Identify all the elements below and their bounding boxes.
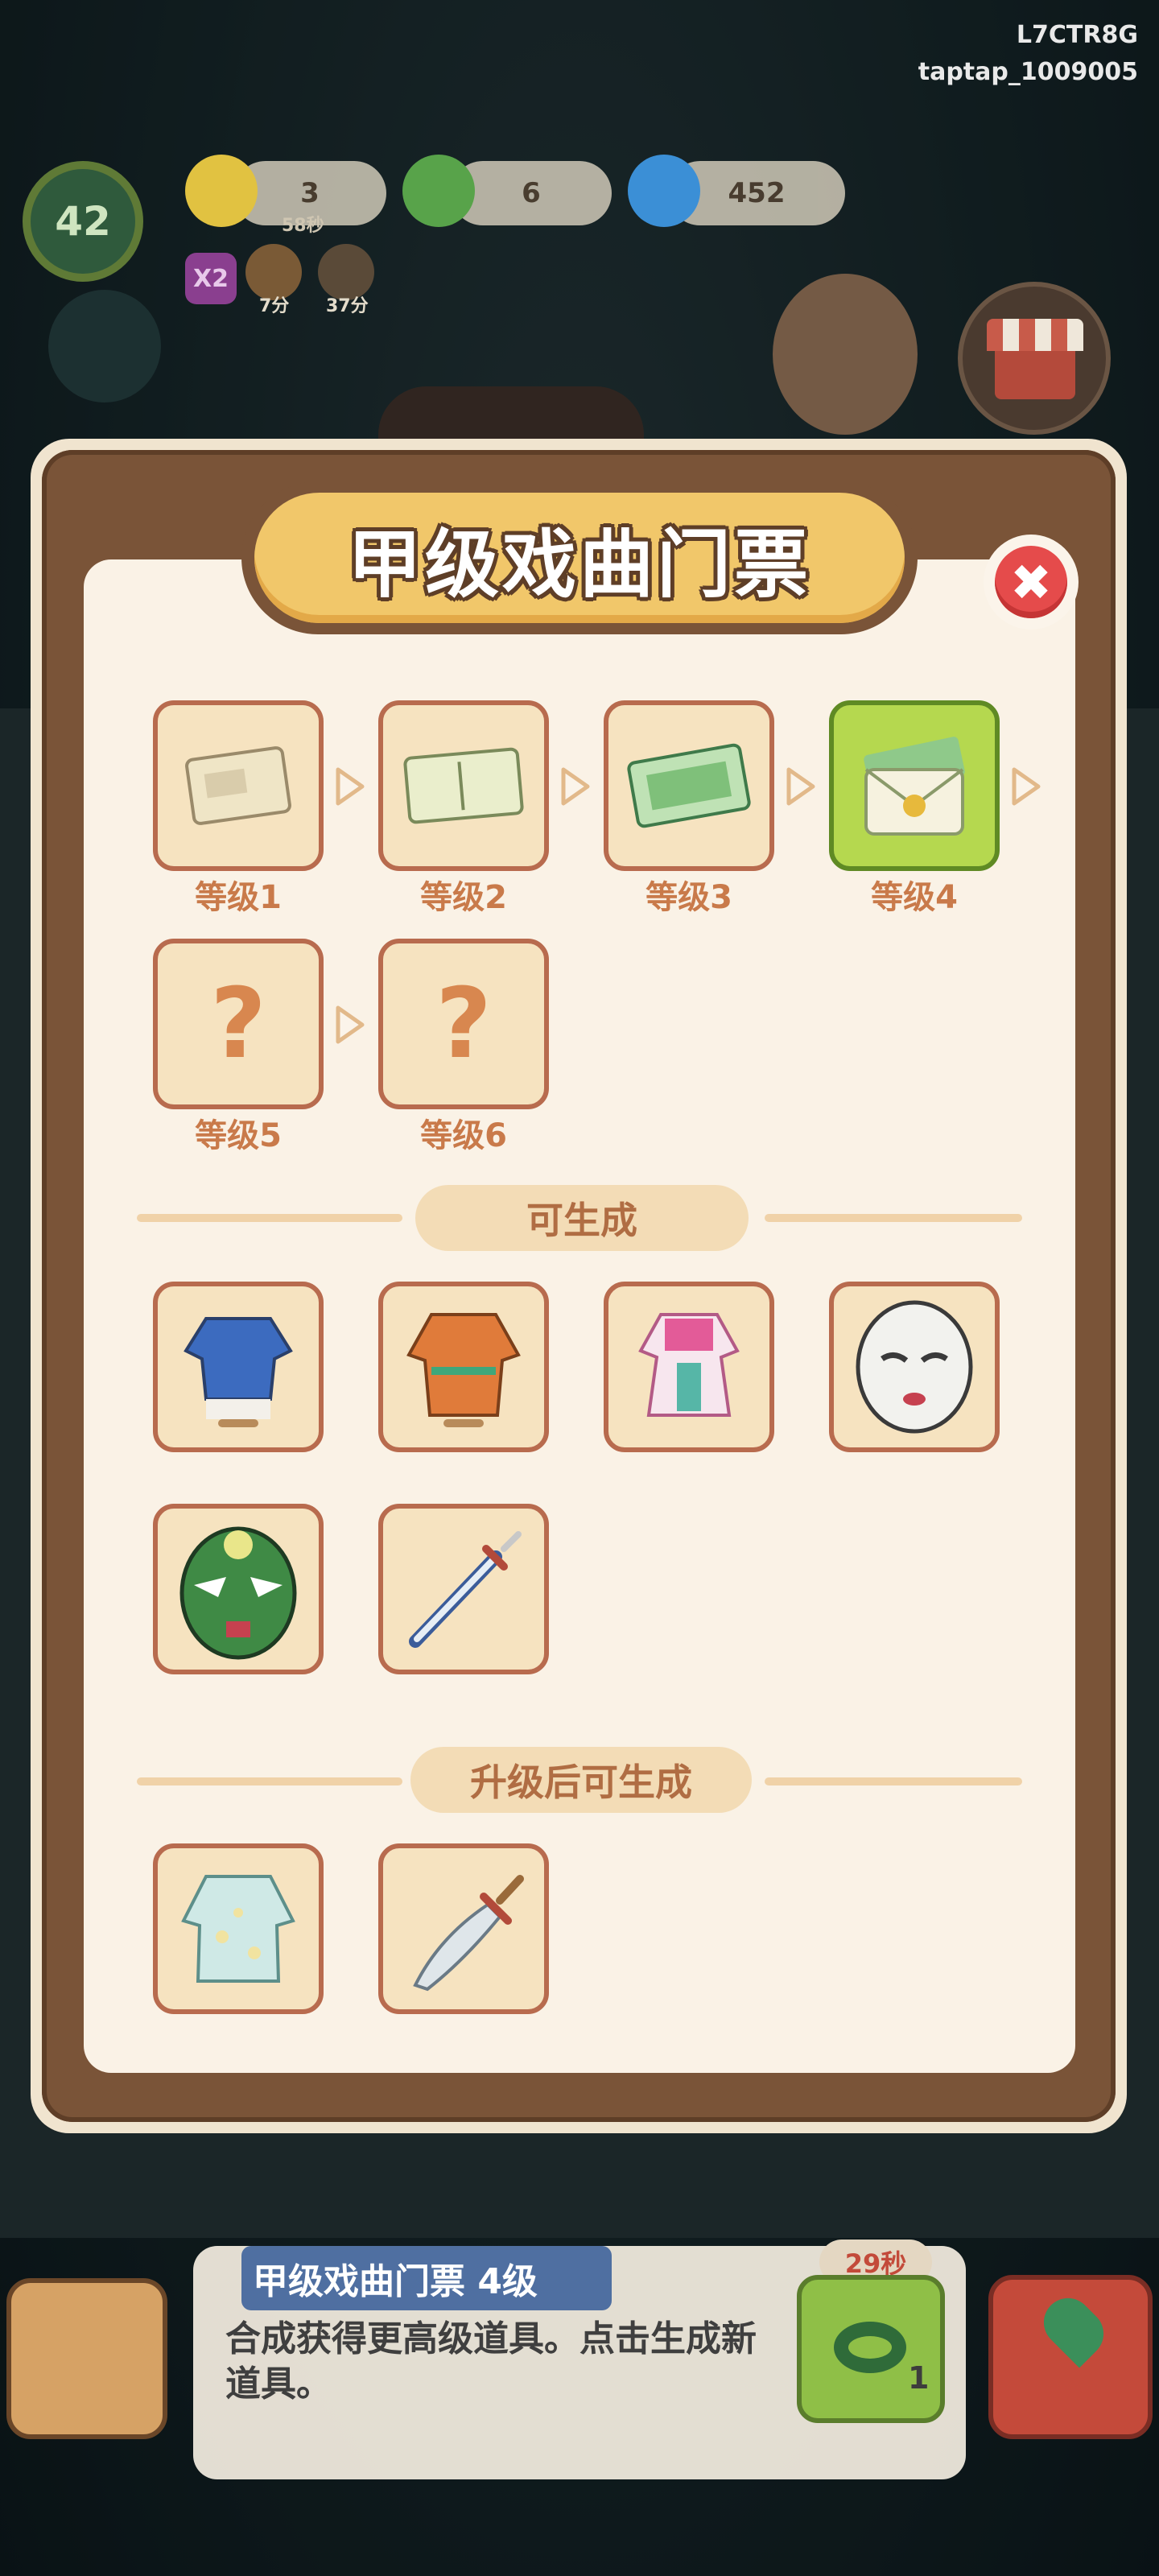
level-label-4: 等级4 [871, 879, 958, 916]
jade-coin-icon [834, 2322, 906, 2373]
arrow-right-icon [1012, 767, 1041, 806]
pink-dress-icon [638, 1313, 740, 1417]
arrow-right-icon [336, 1005, 365, 1044]
ticket-level2-icon [403, 747, 524, 824]
generate-item-3[interactable] [604, 1282, 774, 1452]
level-label-3: 等级3 [645, 879, 732, 916]
level-tile-5[interactable]: ? [153, 939, 324, 1109]
coin-count: 1 [908, 2360, 930, 2396]
player-level-badge[interactable]: 42 [23, 161, 143, 282]
blue-robe-icon [184, 1317, 293, 1427]
player-level: 42 [55, 198, 111, 245]
generate-item-4[interactable] [829, 1282, 1000, 1452]
jade-coin-icon [402, 155, 475, 227]
orange-robe-icon [406, 1313, 521, 1427]
ticket-level3-icon [627, 743, 751, 828]
double-boost-badge[interactable]: X2 [185, 253, 237, 304]
level-label-6: 等级6 [420, 1117, 507, 1154]
generate-item-6[interactable] [378, 1504, 549, 1674]
shop-icon [995, 351, 1075, 399]
section-title-upgrade: 升级后可生成 [410, 1747, 752, 1813]
timer-item-2: 37分 [326, 296, 369, 316]
resource-flame-value: 452 [728, 177, 786, 209]
arrow-right-icon [786, 767, 815, 806]
modal-title: 甲级戏曲门票 [347, 521, 811, 608]
level-tile-1[interactable] [153, 700, 324, 871]
account-id: L7CTR8G [1016, 21, 1138, 49]
level-tile-6[interactable]: ? [378, 939, 549, 1109]
level-label-1: 等级1 [195, 879, 282, 916]
close-button[interactable]: ✖ [984, 535, 1079, 630]
section-divider [137, 1214, 402, 1222]
floral-robe-icon [181, 1875, 295, 1983]
ticket-level1-icon [185, 746, 291, 825]
broadsword-icon [413, 1875, 524, 1992]
level-tile-3[interactable] [604, 700, 774, 871]
level-label-5: 等级5 [195, 1117, 282, 1154]
generate-item-1[interactable] [153, 1282, 324, 1452]
account-handle: taptap_1009005 [918, 58, 1138, 86]
section-divider [765, 1214, 1022, 1222]
storage-box-button[interactable] [6, 2278, 167, 2439]
level-label-2: 等级2 [420, 879, 507, 916]
ticket-level4-icon [864, 737, 965, 836]
arrow-right-icon [561, 767, 590, 806]
energy-icon [185, 155, 258, 227]
section-divider [765, 1777, 1022, 1785]
timer-item-1: 7分 [259, 296, 290, 316]
boost-label: X2 [192, 264, 229, 293]
unknown-icon: ? [435, 968, 492, 1080]
close-icon: ✖ [995, 546, 1067, 618]
resource-jade[interactable]: 6 [451, 161, 612, 225]
level-tile-2[interactable] [378, 700, 549, 871]
upgrade-item-1[interactable] [153, 1843, 324, 2014]
shop-button[interactable] [958, 282, 1111, 435]
level-tile-4[interactable] [829, 700, 1000, 871]
unknown-icon: ? [210, 968, 266, 1080]
item-info-title: 甲级戏曲门票 4级 [241, 2246, 612, 2310]
generate-item-2[interactable] [378, 1282, 549, 1452]
generate-item-5[interactable] [153, 1504, 324, 1674]
arrow-right-icon [336, 767, 365, 806]
resource-energy-value: 3 [300, 177, 320, 209]
map-button[interactable] [988, 2275, 1153, 2439]
sword-icon [409, 1531, 522, 1648]
generate-coin-button[interactable] [797, 2275, 945, 2423]
map-pin-icon [1033, 2288, 1114, 2368]
energy-timer: 58秒 [282, 216, 324, 236]
resource-jade-value: 6 [522, 177, 541, 209]
blue-flame-icon [628, 155, 700, 227]
white-mask-icon [856, 1300, 973, 1434]
shop-awning-icon [987, 319, 1083, 351]
green-mask-icon [179, 1526, 297, 1660]
upgrade-item-2[interactable] [378, 1843, 549, 2014]
item-info-description: 合成获得更高级道具。点击生成新道具。 [225, 2318, 757, 2405]
section-divider [137, 1777, 402, 1785]
section-title-generate: 可生成 [415, 1185, 749, 1251]
title-banner: 甲级戏曲门票 [241, 481, 918, 634]
